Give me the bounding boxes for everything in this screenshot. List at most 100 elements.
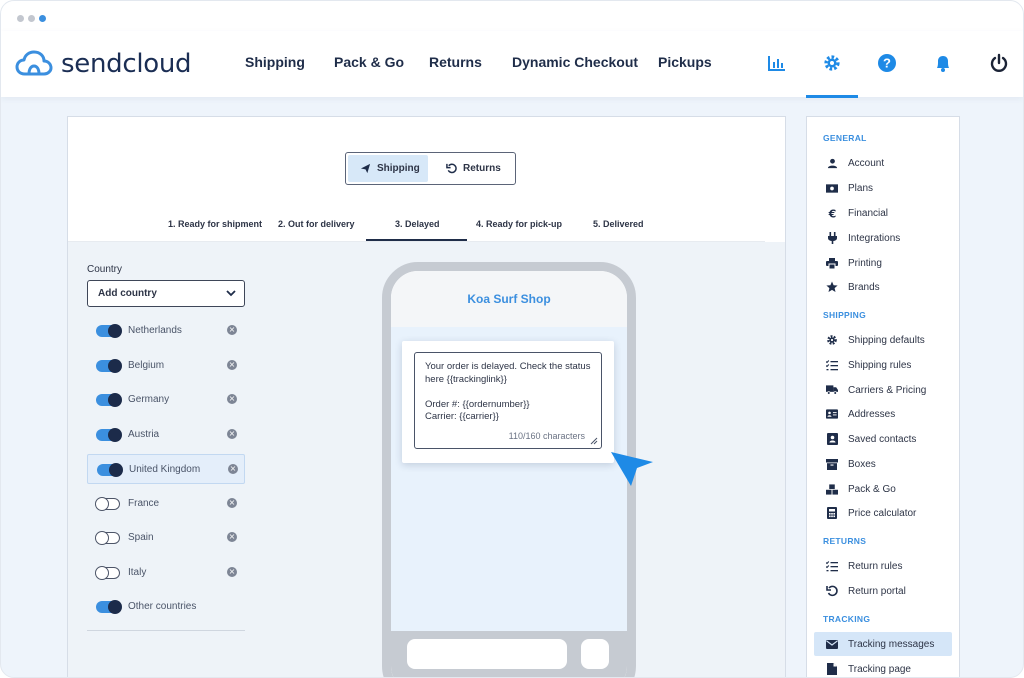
step-delivered[interactable]: 5. Delivered: [593, 219, 644, 229]
sidebar-item-integrations[interactable]: Integrations: [814, 226, 952, 250]
sidebar-item-plans[interactable]: Plans: [814, 176, 952, 200]
svg-text:€: €: [827, 208, 836, 219]
send-icon: [360, 163, 371, 174]
sidebar-item-pack-and-go[interactable]: Pack & Go: [814, 477, 952, 501]
resize-handle-icon[interactable]: [590, 437, 598, 445]
country-toggle[interactable]: [96, 428, 122, 442]
remove-country-icon[interactable]: ×: [227, 498, 237, 508]
country-toggle[interactable]: [95, 531, 120, 545]
mode-returns-button[interactable]: Returns: [446, 155, 514, 182]
step-ready-for-pickup[interactable]: 4. Ready for pick-up: [476, 219, 562, 229]
country-row: Germany ×: [87, 385, 245, 415]
step-delayed[interactable]: 3. Delayed: [395, 219, 440, 229]
sidebar-item-addresses[interactable]: Addresses: [814, 402, 952, 426]
sidebar-item-price-calculator[interactable]: Price calculator: [814, 501, 952, 525]
sidebar-item-brands[interactable]: Brands: [814, 275, 952, 299]
document-icon: [826, 663, 838, 675]
sidebar-item-return-rules[interactable]: Return rules: [814, 554, 952, 578]
sidebar-item-label: Financial: [848, 207, 889, 219]
remove-country-icon[interactable]: ×: [228, 464, 238, 474]
sidebar-item-label: Saved contacts: [848, 433, 917, 445]
country-toggle[interactable]: [95, 566, 120, 580]
bell-icon[interactable]: [932, 52, 954, 74]
country-name: Italy: [128, 567, 147, 578]
mode-shipping-button[interactable]: Shipping: [348, 155, 428, 182]
sidebar-item-label: Shipping defaults: [848, 334, 925, 346]
country-toggle[interactable]: [96, 600, 122, 614]
sidebar-item-return-portal[interactable]: Return portal: [814, 579, 952, 603]
mode-toggle: Shipping Returns: [345, 152, 516, 185]
nav-active-indicator: [806, 95, 858, 98]
country-toggle[interactable]: [96, 324, 122, 338]
nav-dynamic-checkout[interactable]: Dynamic Checkout: [512, 54, 638, 70]
remove-country-icon[interactable]: ×: [227, 360, 237, 370]
contact-book-icon: [826, 433, 838, 445]
sendcloud-logo[interactable]: sendcloud: [15, 49, 192, 79]
sidebar-item-label: Price calculator: [848, 507, 917, 519]
step-out-for-delivery[interactable]: 2. Out for delivery: [278, 219, 355, 229]
message-line: [425, 386, 591, 399]
country-row-selected[interactable]: United Kingdom ×: [87, 454, 245, 484]
nav-pickups[interactable]: Pickups: [658, 54, 712, 70]
window-dot-minimize[interactable]: [28, 15, 35, 22]
country-toggle[interactable]: [95, 497, 120, 511]
sidebar-item-label: Plans: [848, 182, 874, 194]
sidebar-item-label: Brands: [848, 281, 880, 293]
country-row: Other countries: [87, 592, 245, 622]
gear-icon[interactable]: [821, 52, 843, 74]
country-toggle[interactable]: [96, 393, 122, 407]
section-heading-general: GENERAL: [823, 133, 867, 143]
nav-returns[interactable]: Returns: [429, 54, 482, 70]
sidebar-item-financial[interactable]: € Financial: [814, 201, 952, 225]
country-list-divider: [87, 630, 245, 631]
country-name: Germany: [128, 394, 170, 405]
message-textarea[interactable]: Your order is delayed. Check the status …: [414, 352, 602, 449]
sidebar-item-printing[interactable]: Printing: [814, 251, 952, 275]
remove-country-icon[interactable]: ×: [227, 567, 237, 577]
character-count: 110/160 characters: [508, 430, 585, 441]
sidebar-item-carriers-pricing[interactable]: Carriers & Pricing: [814, 378, 952, 402]
sidebar-item-label: Return portal: [848, 585, 906, 597]
help-icon[interactable]: ?: [876, 52, 898, 74]
banknote-icon: [826, 182, 838, 194]
nav-shipping[interactable]: Shipping: [245, 54, 305, 70]
sidebar-item-tracking-messages[interactable]: Tracking messages: [814, 632, 952, 656]
sidebar-item-saved-contacts[interactable]: Saved contacts: [814, 427, 952, 451]
add-country-select[interactable]: Add country: [87, 280, 245, 307]
top-navigation: sendcloud Shipping Pack & Go Returns Dyn…: [1, 31, 1023, 98]
calculator-icon: [826, 507, 838, 519]
sidebar-item-label: Integrations: [848, 232, 901, 244]
remove-country-icon[interactable]: ×: [227, 325, 237, 335]
remove-country-icon[interactable]: ×: [227, 532, 237, 542]
remove-country-icon[interactable]: ×: [227, 394, 237, 404]
checklist-icon: [826, 560, 838, 572]
power-icon[interactable]: [988, 52, 1010, 74]
svg-text:?: ?: [883, 56, 891, 71]
chevron-down-icon: [226, 290, 236, 297]
sidebar-item-account[interactable]: Account: [814, 151, 952, 175]
remove-country-icon[interactable]: ×: [227, 429, 237, 439]
plug-icon: [826, 232, 838, 244]
boxes-icon: [826, 483, 838, 495]
country-toggle[interactable]: [97, 463, 123, 477]
euro-icon: €: [826, 207, 838, 219]
analytics-icon[interactable]: [766, 52, 788, 74]
country-name: Spain: [128, 532, 154, 543]
step-ready-for-shipment[interactable]: 1. Ready for shipment: [168, 219, 262, 229]
window-dot-maximize[interactable]: [39, 15, 46, 22]
sidebar-item-tracking-page[interactable]: Tracking page: [814, 657, 952, 677]
sidebar-item-shipping-defaults[interactable]: Shipping defaults: [814, 328, 952, 352]
message-card: Your order is delayed. Check the status …: [402, 341, 614, 463]
active-step-indicator: [366, 239, 467, 241]
phone-preview: Koa Surf Shop: [382, 262, 636, 677]
country-row: Spain ×: [87, 523, 245, 553]
country-toggle[interactable]: [96, 359, 122, 373]
sidebar-item-shipping-rules[interactable]: Shipping rules: [814, 353, 952, 377]
user-icon: [826, 157, 838, 169]
mouse-pointer-icon: [611, 452, 653, 486]
printer-icon: [826, 257, 838, 269]
nav-pack-and-go[interactable]: Pack & Go: [334, 54, 404, 70]
window-dot-close[interactable]: [17, 15, 24, 22]
sidebar-item-boxes[interactable]: Boxes: [814, 452, 952, 476]
country-name: Other countries: [128, 601, 197, 612]
